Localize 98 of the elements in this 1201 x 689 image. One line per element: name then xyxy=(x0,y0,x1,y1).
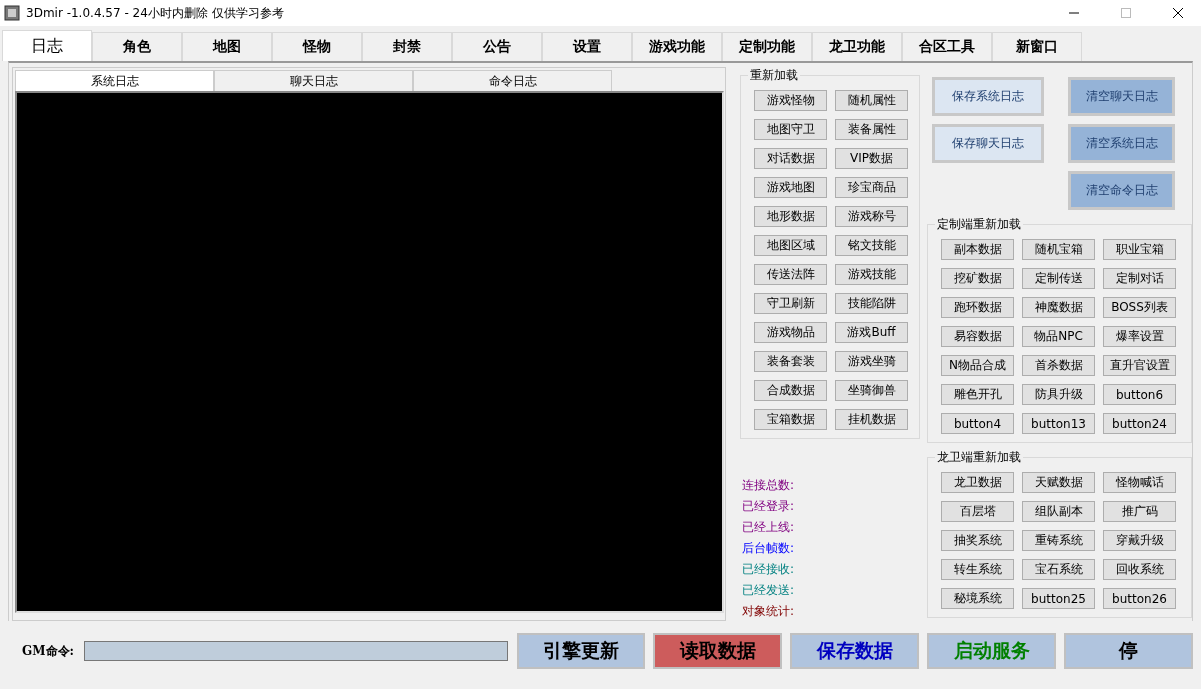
reload-button[interactable]: 挖矿数据 xyxy=(941,268,1014,289)
reload-button[interactable]: button6 xyxy=(1103,384,1176,405)
group-title: 定制端重新加载 xyxy=(936,216,1022,233)
reload-button[interactable]: 直升官设置 xyxy=(1103,355,1176,376)
reload-button[interactable]: 随机宝箱 xyxy=(1022,239,1095,260)
reload-button[interactable]: 游戏Buff xyxy=(835,322,908,343)
reload-button[interactable]: 推广码 xyxy=(1103,501,1176,522)
tab[interactable]: 怪物 xyxy=(272,32,362,61)
reload-button[interactable]: 游戏技能 xyxy=(835,264,908,285)
action-button[interactable]: 读取数据 xyxy=(653,633,783,669)
reload-button[interactable]: button4 xyxy=(941,413,1014,434)
reload-button[interactable]: 怪物喊话 xyxy=(1103,472,1176,493)
reload-button[interactable]: 对话数据 xyxy=(754,148,827,169)
gm-command-field[interactable] xyxy=(83,641,508,661)
stat-label: 已经上线: xyxy=(742,519,795,535)
reload-button[interactable]: 游戏地图 xyxy=(754,177,827,198)
reload-button[interactable]: 职业宝箱 xyxy=(1103,239,1176,260)
reload-button[interactable]: 转生系统 xyxy=(941,559,1014,580)
reload-button[interactable]: VIP数据 xyxy=(835,148,908,169)
reload-button[interactable]: 地图区域 xyxy=(754,235,827,256)
stat-label: 对象统计: xyxy=(742,603,795,619)
log-button[interactable]: 清空命令日志 xyxy=(1068,171,1175,210)
tab[interactable]: 公告 xyxy=(452,32,542,61)
tab[interactable]: 日志 xyxy=(2,30,92,61)
reload-button[interactable]: 物品NPC xyxy=(1022,326,1095,347)
reload-button[interactable]: 雕色开孔 xyxy=(941,384,1014,405)
reload-button[interactable]: button13 xyxy=(1022,413,1095,434)
reload-button[interactable]: 坐骑御兽 xyxy=(835,380,908,401)
tab[interactable]: 角色 xyxy=(92,32,182,61)
reload-button[interactable]: 游戏怪物 xyxy=(754,90,827,111)
reload-button[interactable]: 地图守卫 xyxy=(754,119,827,140)
app-icon xyxy=(4,5,20,21)
stat-label: 连接总数: xyxy=(742,477,795,493)
reload-button[interactable]: 神魔数据 xyxy=(1022,297,1095,318)
reload-button[interactable]: 宝石系统 xyxy=(1022,559,1095,580)
reload-button[interactable]: 技能陷阱 xyxy=(835,293,908,314)
reload-button[interactable]: 易容数据 xyxy=(941,326,1014,347)
reload-button[interactable]: 跑环数据 xyxy=(941,297,1014,318)
stat-label: 已经登录: xyxy=(742,498,795,514)
tab[interactable]: 游戏功能 xyxy=(632,32,722,61)
tab[interactable]: 设置 xyxy=(542,32,632,61)
reload-button[interactable]: button25 xyxy=(1022,588,1095,609)
log-button[interactable]: 保存聊天日志 xyxy=(932,124,1044,163)
stat-label: 已经接收: xyxy=(742,561,795,577)
tab[interactable]: 合区工具 xyxy=(902,32,992,61)
reload-button[interactable]: 防具升级 xyxy=(1022,384,1095,405)
reload-button[interactable]: 地形数据 xyxy=(754,206,827,227)
tab[interactable]: 定制功能 xyxy=(722,32,812,61)
reload-button[interactable]: 游戏物品 xyxy=(754,322,827,343)
reload-button[interactable]: BOSS列表 xyxy=(1103,297,1176,318)
gm-command-label: GM命令: xyxy=(22,642,75,660)
tab[interactable]: 龙卫功能 xyxy=(812,32,902,61)
tab[interactable]: 地图 xyxy=(182,32,272,61)
reload-button[interactable]: 穿戴升级 xyxy=(1103,530,1176,551)
stat-label: 已经发送: xyxy=(742,582,795,598)
log-button[interactable]: 保存系统日志 xyxy=(932,77,1044,116)
reload-button[interactable]: 回收系统 xyxy=(1103,559,1176,580)
reload-button[interactable]: 定制传送 xyxy=(1022,268,1095,289)
reload-button[interactable]: 副本数据 xyxy=(941,239,1014,260)
reload-button[interactable]: 传送法阵 xyxy=(754,264,827,285)
reload-button[interactable]: 重铸系统 xyxy=(1022,530,1095,551)
log-tab[interactable]: 聊天日志 xyxy=(214,70,413,91)
reload-button[interactable]: 百层塔 xyxy=(941,501,1014,522)
reload-button[interactable]: 天赋数据 xyxy=(1022,472,1095,493)
reload-button[interactable]: 秘境系统 xyxy=(941,588,1014,609)
reload-button[interactable]: 游戏称号 xyxy=(835,206,908,227)
reload-button[interactable]: 装备套装 xyxy=(754,351,827,372)
reload-button[interactable]: 随机属性 xyxy=(835,90,908,111)
reload-button[interactable]: 抽奖系统 xyxy=(941,530,1014,551)
tab[interactable]: 封禁 xyxy=(362,32,452,61)
reload-button[interactable]: 合成数据 xyxy=(754,380,827,401)
reload-button[interactable]: 珍宝商品 xyxy=(835,177,908,198)
stat-label: 后台帧数: xyxy=(742,540,795,556)
window-title: 3Dmir -1.0.4.57 - 24小时内删除 仅供学习参考 xyxy=(26,4,285,22)
action-button[interactable]: 保存数据 xyxy=(790,633,920,669)
reload-button[interactable]: button26 xyxy=(1103,588,1176,609)
action-button[interactable]: 引擎更新 xyxy=(516,633,646,669)
reload-button[interactable]: 定制对话 xyxy=(1103,268,1176,289)
reload-button[interactable]: 铭文技能 xyxy=(835,235,908,256)
reload-button[interactable]: N物品合成 xyxy=(941,355,1014,376)
reload-button[interactable]: 装备属性 xyxy=(835,119,908,140)
log-tab[interactable]: 系统日志 xyxy=(15,70,214,91)
reload-button[interactable]: 首杀数据 xyxy=(1022,355,1095,376)
reload-button[interactable]: 守卫刷新 xyxy=(754,293,827,314)
group-title: 重新加载 xyxy=(749,67,799,84)
log-button[interactable]: 清空聊天日志 xyxy=(1068,77,1175,116)
tab[interactable]: 新窗口 xyxy=(992,32,1082,61)
reload-button[interactable]: 宝箱数据 xyxy=(754,409,827,430)
action-button[interactable]: 停 xyxy=(1064,633,1193,669)
reload-button[interactable]: 爆率设置 xyxy=(1103,326,1176,347)
reload-button[interactable]: 组队副本 xyxy=(1022,501,1095,522)
log-tab[interactable]: 命令日志 xyxy=(413,70,612,91)
reload-button[interactable]: button24 xyxy=(1103,413,1176,434)
reload-button[interactable]: 龙卫数据 xyxy=(941,472,1014,493)
log-button[interactable]: 清空系统日志 xyxy=(1068,124,1175,163)
reload-button[interactable]: 游戏坐骑 xyxy=(835,351,908,372)
group-title: 龙卫端重新加载 xyxy=(936,449,1022,466)
reload-button[interactable]: 挂机数据 xyxy=(835,409,908,430)
